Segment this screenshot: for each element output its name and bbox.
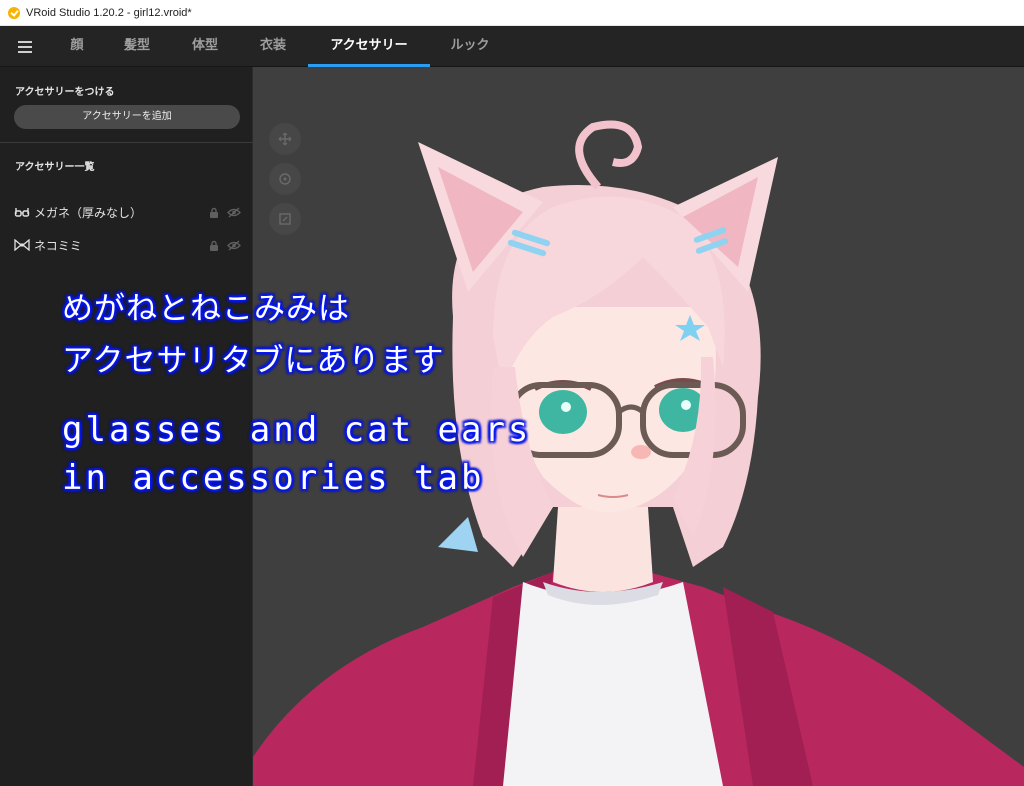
lock-icon[interactable] — [206, 204, 222, 220]
add-accessory-button[interactable]: アクセサリーを追加 — [14, 105, 240, 129]
lock-icon[interactable] — [206, 237, 222, 253]
annotation-jp-line2: アクセサリタブにあります — [62, 343, 445, 379]
tab-look[interactable]: ルック — [444, 26, 496, 66]
main-tab-bar: 顔 髪型 体型 衣装 アクセサリー ルック — [0, 26, 1024, 67]
tab-accessories[interactable]: アクセサリー — [308, 26, 430, 67]
hamburger-menu-icon[interactable] — [8, 34, 42, 60]
tab-face[interactable]: 顔 — [60, 26, 94, 66]
accessory-list-title: アクセサリー一覧 — [15, 162, 95, 173]
eye-off-icon[interactable] — [226, 204, 242, 220]
accessory-item-label: ネコミミ — [34, 238, 82, 253]
add-accessory-section-title: アクセサリーをつける — [15, 87, 115, 98]
accessory-item-cat-ears[interactable]: ネコミミ — [14, 234, 242, 256]
annotation-jp-line1: めがねとねこみみは — [62, 291, 350, 327]
vroid-app-icon — [8, 6, 20, 19]
window-title-bar: VRoid Studio 1.20.2 - girl12.vroid* — [0, 0, 1024, 26]
annotation-en-line2: in accessories tab — [62, 458, 485, 498]
eye-off-icon[interactable] — [226, 237, 242, 253]
tab-hairstyle[interactable]: 髪型 — [115, 26, 159, 66]
glasses-icon — [14, 205, 30, 219]
accessory-item-label: メガネ（厚みなし） — [34, 205, 143, 220]
tab-outfit[interactable]: 衣装 — [251, 26, 295, 66]
section-divider — [0, 142, 253, 143]
window-title: VRoid Studio 1.20.2 - girl12.vroid* — [26, 6, 192, 19]
annotation-en-line1: glasses and cat ears — [62, 410, 532, 450]
tab-body[interactable]: 体型 — [183, 26, 227, 66]
accessory-item-glasses[interactable]: メガネ（厚みなし） — [14, 201, 242, 223]
bow-icon — [14, 238, 30, 252]
